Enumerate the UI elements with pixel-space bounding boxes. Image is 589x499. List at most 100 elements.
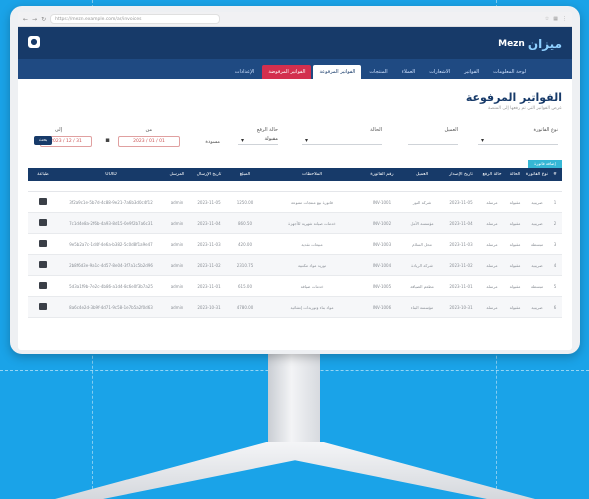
table-cell: خدمات ضيافة [300, 283, 324, 289]
search-button[interactable]: بحث [34, 136, 52, 145]
table-cell: 2023-11-01 [449, 283, 473, 289]
table-cell: 2023-10-31 [449, 304, 473, 310]
table-cell: admin [170, 199, 184, 205]
table-cell: مرسلة [486, 220, 498, 226]
tab-1[interactable]: الفواتير [458, 65, 485, 79]
table-cell: 4 [553, 262, 557, 268]
extensions-icon[interactable]: ▦ [553, 16, 558, 22]
table-cell: مقبولة [509, 199, 521, 205]
table-cell: 1 [553, 199, 557, 205]
table-cell: 2b8f6d3e-9a1c-4d57-8e04-3f7a1c5b2d96 [69, 262, 153, 268]
status-select[interactable] [302, 136, 382, 145]
tab-4[interactable]: المنتجات [363, 65, 393, 79]
invoices-table: # نوع الفاتورة الحالة حالة الرفع تاريخ الإصد… [28, 168, 562, 318]
address-bar[interactable]: https://mezn.example.com/ar/invoices [50, 14, 221, 24]
submit-status-label: حالة الرفع [256, 127, 278, 133]
monitor-neck [268, 340, 320, 452]
column-header[interactable]: نوع الفاتورة [526, 172, 548, 177]
table-cell: 2023-11-05 [197, 199, 221, 205]
printer-icon [39, 303, 47, 310]
table-cell: 4780.00 [236, 304, 254, 310]
column-header[interactable]: رقم الفاتورة [362, 172, 402, 177]
table-cell: 6 [553, 304, 557, 310]
page-subtitle: عرض الفواتير التي تم رفعها إلى المنصة [488, 106, 562, 111]
printer-icon [39, 198, 47, 205]
from-label: من [145, 127, 152, 133]
table-cell: مبسطة [530, 283, 544, 289]
forward-icon[interactable]: → [32, 16, 37, 23]
column-header[interactable]: المبلغ [228, 172, 262, 177]
table-cell: 5 [553, 283, 557, 289]
tab-0[interactable]: لوحة المعلومات [487, 65, 532, 79]
from-date-input[interactable]: 01 / 01 / 2023 [118, 136, 180, 147]
table-cell: INV-1004 [372, 262, 392, 268]
column-header[interactable]: UUID [58, 172, 164, 177]
logo-text: Mezn [498, 39, 525, 49]
client-select[interactable] [408, 136, 458, 145]
tab-6[interactable]: الفواتير المرفوضة [262, 65, 312, 79]
table-cell: مطعم الضيافة [410, 283, 434, 289]
print-button[interactable] [28, 240, 58, 248]
table-cell: 860.50 [238, 220, 252, 226]
table-cell: شركة الريادة [411, 262, 433, 268]
column-header[interactable]: الحالة [504, 172, 526, 177]
column-header[interactable]: حالة الرفع [480, 172, 504, 177]
tab-3[interactable]: العملاء [396, 65, 422, 79]
table-cell: مقبولة [509, 241, 521, 247]
table-cell: مقبولة [509, 220, 521, 226]
tab-2[interactable]: الاشعارات [423, 65, 456, 79]
table-cell: فاتورة بيع منتجات متنوعة [291, 199, 333, 205]
table-row[interactable]: 4 ضريبية مقبولة مرسلة 2023-11-02 شركة الريادة… [28, 255, 562, 276]
app-header: ● Mezn ميزان [18, 27, 572, 59]
table-cell: 3f2a9c1e-5b7d-4c88-9e21-7a6b3d0c4f12 [69, 199, 153, 205]
back-icon[interactable]: ← [23, 16, 28, 23]
column-header[interactable]: العميل [402, 172, 442, 177]
table-row[interactable]: 5 مبسطة مقبولة مرسلة 2023-11-01 مطعم الضيافة I… [28, 276, 562, 297]
draft-checkbox[interactable]: مسودة [205, 139, 220, 145]
tab-7[interactable]: الإعدادات [229, 65, 261, 79]
column-header[interactable]: # [548, 172, 562, 177]
app-logo[interactable]: Mezn ميزان [498, 37, 562, 51]
table-cell: 2023-11-03 [449, 241, 473, 247]
column-header[interactable]: الملاحظات [262, 172, 362, 177]
table-cell: ضريبية [531, 262, 543, 268]
table-cell: مرسلة [486, 304, 498, 310]
print-button[interactable] [28, 198, 58, 206]
monitor-base [55, 442, 535, 499]
print-button[interactable] [28, 261, 58, 269]
table-cell: 2023-11-02 [449, 262, 473, 268]
calendar-icon[interactable]: ▪ [105, 136, 110, 144]
user-icon[interactable]: ● [28, 36, 40, 48]
page-content: الفواتير المرفوعة عرض الفواتير التي تم ر… [18, 79, 572, 177]
table-cell: مواد بناء وتوريدات إنشائية [290, 304, 334, 310]
status-label: الحالة [370, 127, 382, 133]
submit-status-select[interactable]: مقبولة [238, 136, 278, 145]
table-row[interactable]: 3 مبسطة مقبولة مرسلة 2023-11-03 محل السلام INV… [28, 234, 562, 255]
print-button[interactable] [28, 282, 58, 290]
table-cell: INV-1005 [372, 283, 392, 289]
table-cell: 2 [553, 220, 557, 226]
table-body: 1 ضريبية مقبولة مرسلة 2023-11-05 شركة النور IN… [28, 192, 562, 318]
column-header[interactable]: المرسل [164, 172, 190, 177]
menu-icon[interactable]: ⋮ [562, 16, 567, 22]
table-cell: 2023-10-31 [197, 304, 221, 310]
reload-icon[interactable]: ↻ [41, 16, 46, 23]
table-row[interactable]: 1 ضريبية مقبولة مرسلة 2023-11-05 شركة النور IN… [28, 192, 562, 213]
column-header[interactable]: طباعة [28, 172, 58, 177]
tab-5[interactable]: الفواتير المرفوعة [313, 65, 362, 79]
invoice-type-select[interactable] [478, 136, 558, 145]
table-cell: 7c1d4e8a-2f6b-4a93-8d15-0e9f2b7a6c31 [69, 220, 153, 226]
table-row[interactable]: 2 ضريبية مقبولة مرسلة 2023-11-04 مؤسسة الأمل I… [28, 213, 562, 234]
table-row[interactable]: 6 ضريبية مقبولة مرسلة 2023-10-31 مؤسسة البناء… [28, 297, 562, 318]
table-cell: مؤسسة البناء [410, 304, 434, 310]
table-cell: admin [170, 262, 184, 268]
table-cell: ضريبية [531, 199, 543, 205]
column-header[interactable]: تاريخ الإرسال [190, 172, 228, 177]
table-cell: admin [170, 241, 184, 247]
star-icon[interactable]: ☆ [545, 16, 549, 22]
print-button[interactable] [28, 303, 58, 311]
column-header[interactable]: تاريخ الإصدار [442, 172, 480, 177]
print-button[interactable] [28, 219, 58, 227]
table-filter-row [28, 181, 562, 192]
add-invoice-button[interactable]: إضافة فاتورة [528, 160, 562, 168]
